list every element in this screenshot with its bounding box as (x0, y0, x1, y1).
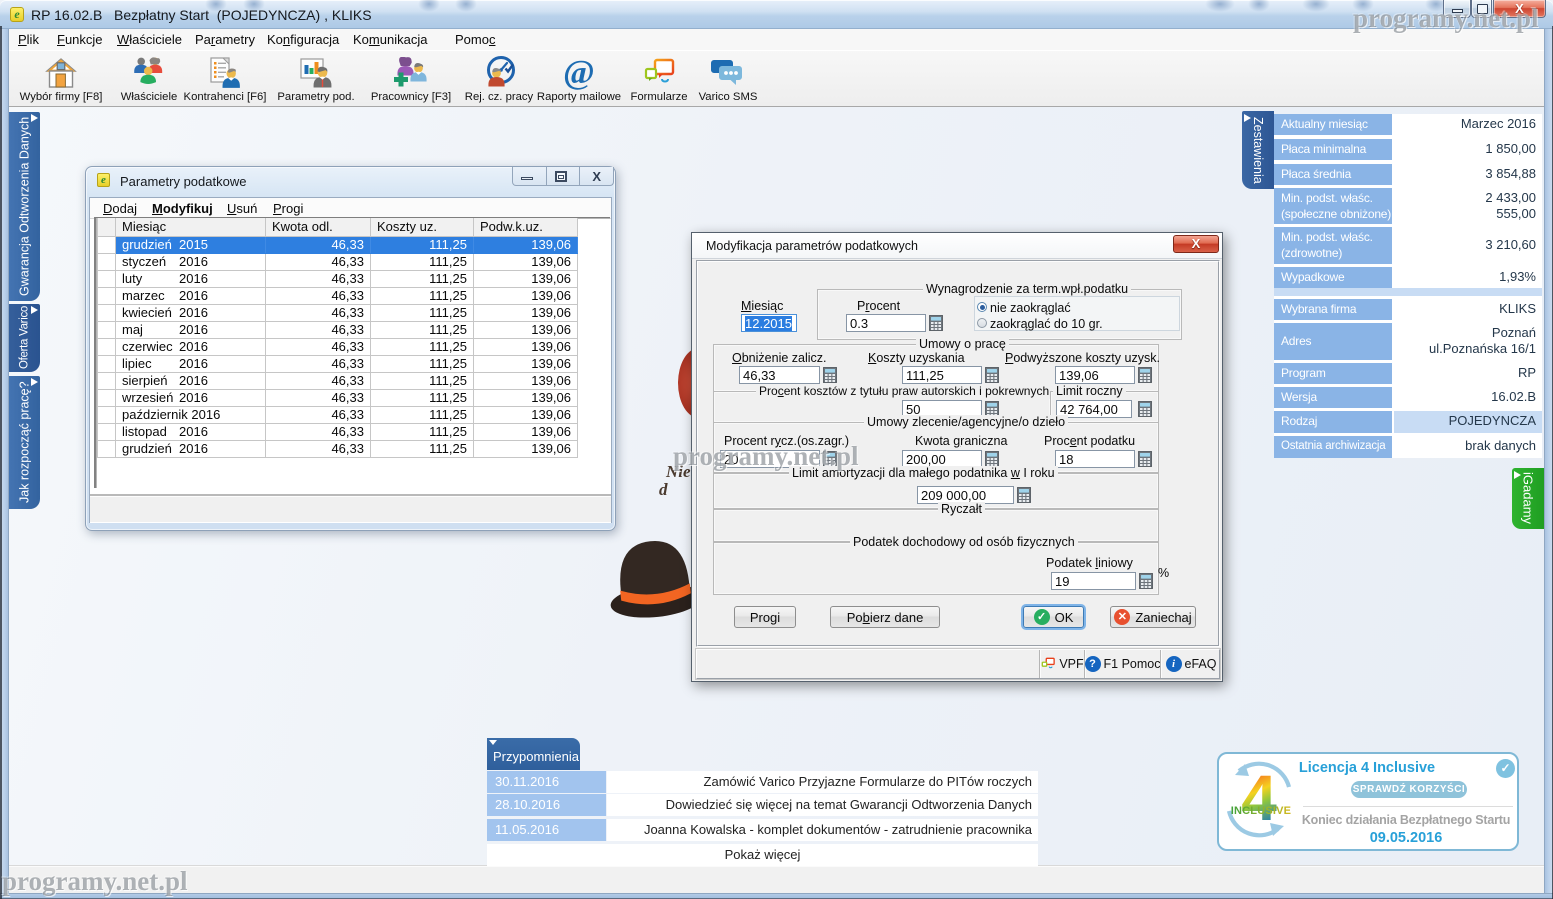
svg-text:4: 4 (1241, 762, 1277, 834)
svg-text:INCLUSIVE: INCLUSIVE (1231, 805, 1291, 817)
